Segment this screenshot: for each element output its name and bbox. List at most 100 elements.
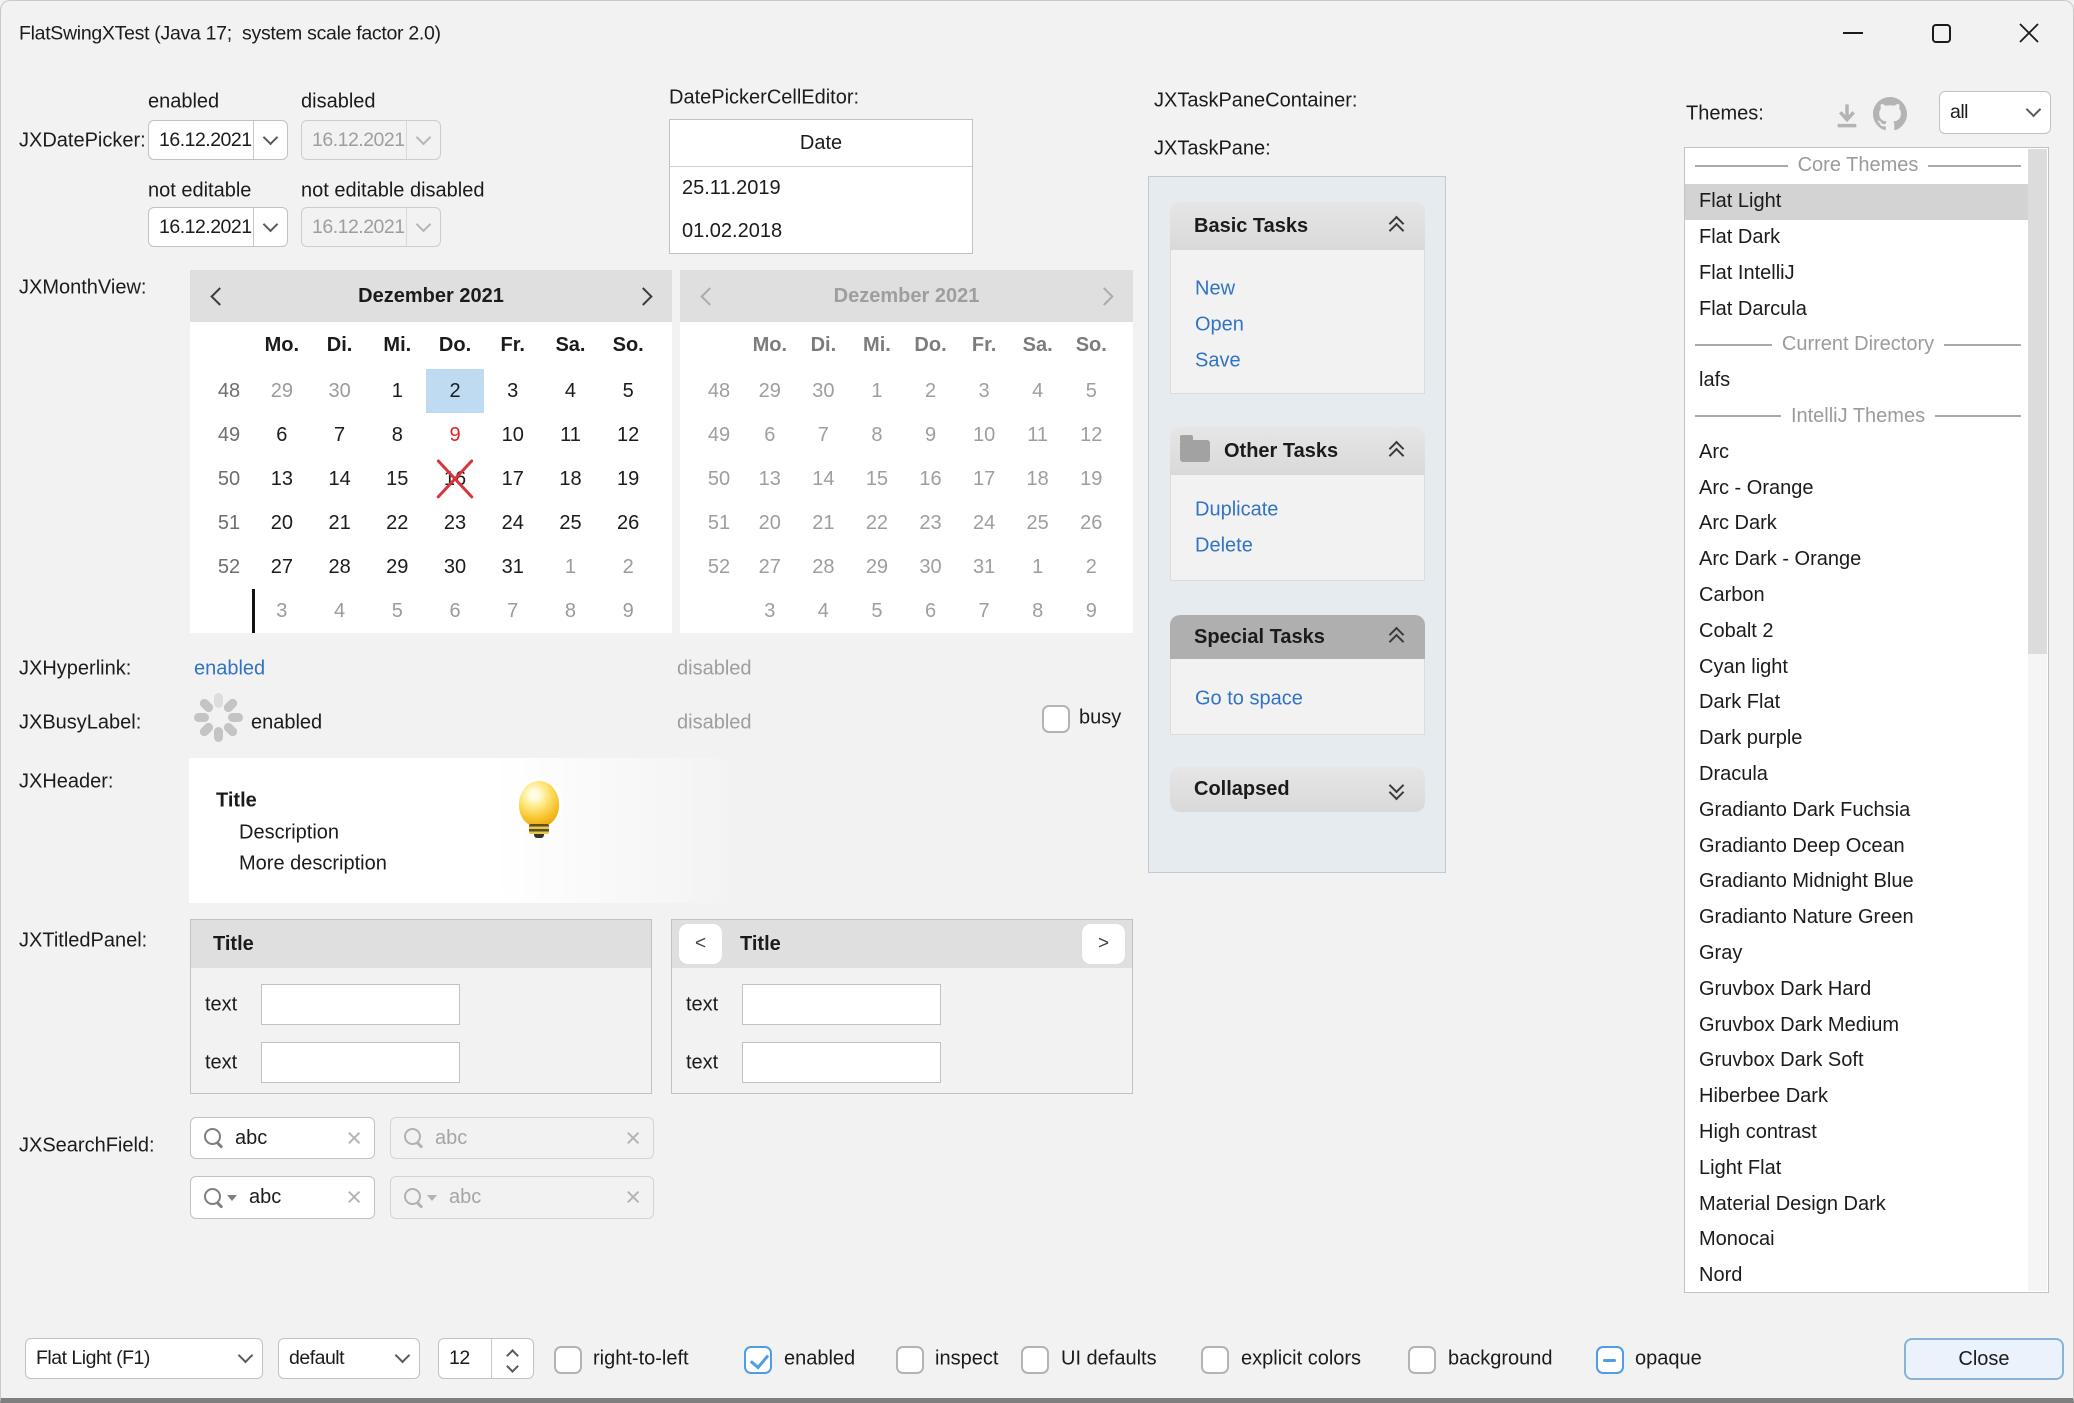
day-cell[interactable]: 24 <box>957 501 1011 545</box>
theme-list-item[interactable]: Dracula <box>1685 757 2031 793</box>
day-cell[interactable]: 6 <box>253 413 311 457</box>
day-cell[interactable]: 6 <box>426 589 484 633</box>
theme-list-item[interactable]: Flat IntelliJ <box>1685 255 2031 291</box>
day-cell[interactable]: 2 <box>426 369 484 413</box>
text-field[interactable] <box>742 1042 941 1083</box>
text-field[interactable] <box>261 1042 460 1083</box>
expand-icon[interactable] <box>1389 782 1407 798</box>
day-cell[interactable]: 12 <box>599 413 657 457</box>
themes-filter-combo[interactable]: all <box>1939 91 2051 134</box>
taskpane-link[interactable]: Go to space <box>1195 688 1303 711</box>
day-cell[interactable]: 1 <box>850 369 904 413</box>
day-cell[interactable]: 4 <box>797 589 851 633</box>
font-size-spinner[interactable]: 12 <box>438 1338 534 1379</box>
taskpane-link[interactable]: Open <box>1195 314 1244 337</box>
checkbox-opaque[interactable] <box>1596 1346 1624 1374</box>
day-cell[interactable]: 22 <box>850 501 904 545</box>
day-cell[interactable]: 9 <box>426 413 484 457</box>
day-cell[interactable]: 22 <box>368 501 426 545</box>
theme-list-item[interactable]: Monocai <box>1685 1222 2031 1258</box>
theme-list-item[interactable]: High contrast <box>1685 1115 2031 1151</box>
theme-list-item[interactable]: lafs <box>1685 363 2031 399</box>
day-cell[interactable]: 26 <box>599 501 657 545</box>
day-cell[interactable]: 4 <box>311 589 369 633</box>
checkbox-background[interactable] <box>1408 1346 1436 1374</box>
table-row[interactable]: 25.11.2019 <box>670 167 972 210</box>
day-cell[interactable]: 17 <box>957 457 1011 501</box>
day-cell[interactable]: 8 <box>542 589 600 633</box>
day-cell[interactable]: 8 <box>368 413 426 457</box>
day-cell[interactable]: 27 <box>743 545 797 589</box>
day-cell[interactable]: 18 <box>542 457 600 501</box>
busy-checkbox[interactable] <box>1042 705 1070 733</box>
checkbox-right-to-left[interactable] <box>554 1346 582 1374</box>
taskpane-link[interactable]: New <box>1195 278 1235 301</box>
theme-list-item[interactable]: Hiberbee Dark <box>1685 1079 2031 1115</box>
day-cell[interactable]: 11 <box>1011 413 1065 457</box>
day-cell[interactable]: 12 <box>1064 413 1118 457</box>
search-field[interactable]: abc× <box>190 1117 375 1159</box>
day-cell[interactable]: 5 <box>599 369 657 413</box>
day-cell[interactable]: 25 <box>542 501 600 545</box>
checkbox-enabled[interactable] <box>744 1346 772 1374</box>
day-cell[interactable]: 5 <box>1064 369 1118 413</box>
day-cell[interactable]: 10 <box>484 413 542 457</box>
themes-scrollbar[interactable] <box>2028 149 2047 1291</box>
day-cell[interactable]: 14 <box>311 457 369 501</box>
next-month-button[interactable] <box>620 270 672 322</box>
day-cell[interactable]: 13 <box>253 457 311 501</box>
day-cell[interactable]: 6 <box>743 413 797 457</box>
theme-list-item[interactable]: Gradianto Midnight Blue <box>1685 864 2031 900</box>
day-cell[interactable]: 7 <box>311 413 369 457</box>
theme-list-item[interactable]: Nord <box>1685 1258 2031 1294</box>
day-cell[interactable]: 16 <box>904 457 958 501</box>
search-field[interactable]: abc× <box>190 1176 375 1219</box>
day-cell[interactable]: 23 <box>426 501 484 545</box>
text-field[interactable] <box>742 984 941 1025</box>
day-cell[interactable]: 17 <box>484 457 542 501</box>
day-cell[interactable]: 18 <box>1011 457 1065 501</box>
search-text[interactable]: abc <box>225 1127 346 1150</box>
day-cell[interactable]: 14 <box>797 457 851 501</box>
collapse-icon[interactable] <box>1389 629 1407 645</box>
checkbox-explicit-colors[interactable] <box>1201 1346 1229 1374</box>
day-cell[interactable]: 15 <box>368 457 426 501</box>
day-cell[interactable]: 9 <box>904 413 958 457</box>
day-cell[interactable]: 21 <box>797 501 851 545</box>
theme-list-item[interactable]: Arc Dark <box>1685 506 2031 542</box>
theme-list-item[interactable]: Cyan light <box>1685 649 2031 685</box>
checkbox-inspect[interactable] <box>896 1346 924 1374</box>
theme-list-item[interactable]: Dark Flat <box>1685 685 2031 721</box>
theme-list-item[interactable]: Carbon <box>1685 578 2031 614</box>
day-cell[interactable]: 16 <box>426 457 484 501</box>
search-icon[interactable] <box>403 1187 439 1209</box>
theme-list-item[interactable]: Gruvbox Dark Medium <box>1685 1007 2031 1043</box>
theme-list-item[interactable]: Arc - Orange <box>1685 470 2031 506</box>
day-cell[interactable]: 24 <box>484 501 542 545</box>
text-field[interactable] <box>261 984 460 1025</box>
day-cell[interactable]: 19 <box>599 457 657 501</box>
theme-list-item[interactable]: Gray <box>1685 936 2031 972</box>
day-cell[interactable]: 8 <box>1011 589 1065 633</box>
day-cell[interactable]: 5 <box>850 589 904 633</box>
github-icon[interactable] <box>1873 97 1907 131</box>
datepicker-combo[interactable]: 16.12.2021 <box>148 207 288 247</box>
collapse-icon[interactable] <box>1389 218 1407 234</box>
clear-icon[interactable]: × <box>346 1184 362 1211</box>
theme-list-item[interactable]: Gruvbox Dark Soft <box>1685 1043 2031 1079</box>
day-cell[interactable]: 21 <box>311 501 369 545</box>
collapse-icon[interactable] <box>1389 443 1407 459</box>
maximize-button[interactable] <box>1908 11 1974 55</box>
day-cell[interactable]: 2 <box>599 545 657 589</box>
search-icon[interactable] <box>403 1127 425 1149</box>
day-cell[interactable]: 3 <box>957 369 1011 413</box>
day-cell[interactable]: 2 <box>904 369 958 413</box>
day-cell[interactable]: 6 <box>904 589 958 633</box>
day-cell[interactable]: 20 <box>743 501 797 545</box>
day-cell[interactable]: 26 <box>1064 501 1118 545</box>
taskpane-link[interactable]: Duplicate <box>1195 499 1278 522</box>
day-cell[interactable]: 30 <box>904 545 958 589</box>
day-cell[interactable]: 23 <box>904 501 958 545</box>
day-cell[interactable]: 29 <box>743 369 797 413</box>
search-text[interactable]: abc <box>239 1186 346 1209</box>
